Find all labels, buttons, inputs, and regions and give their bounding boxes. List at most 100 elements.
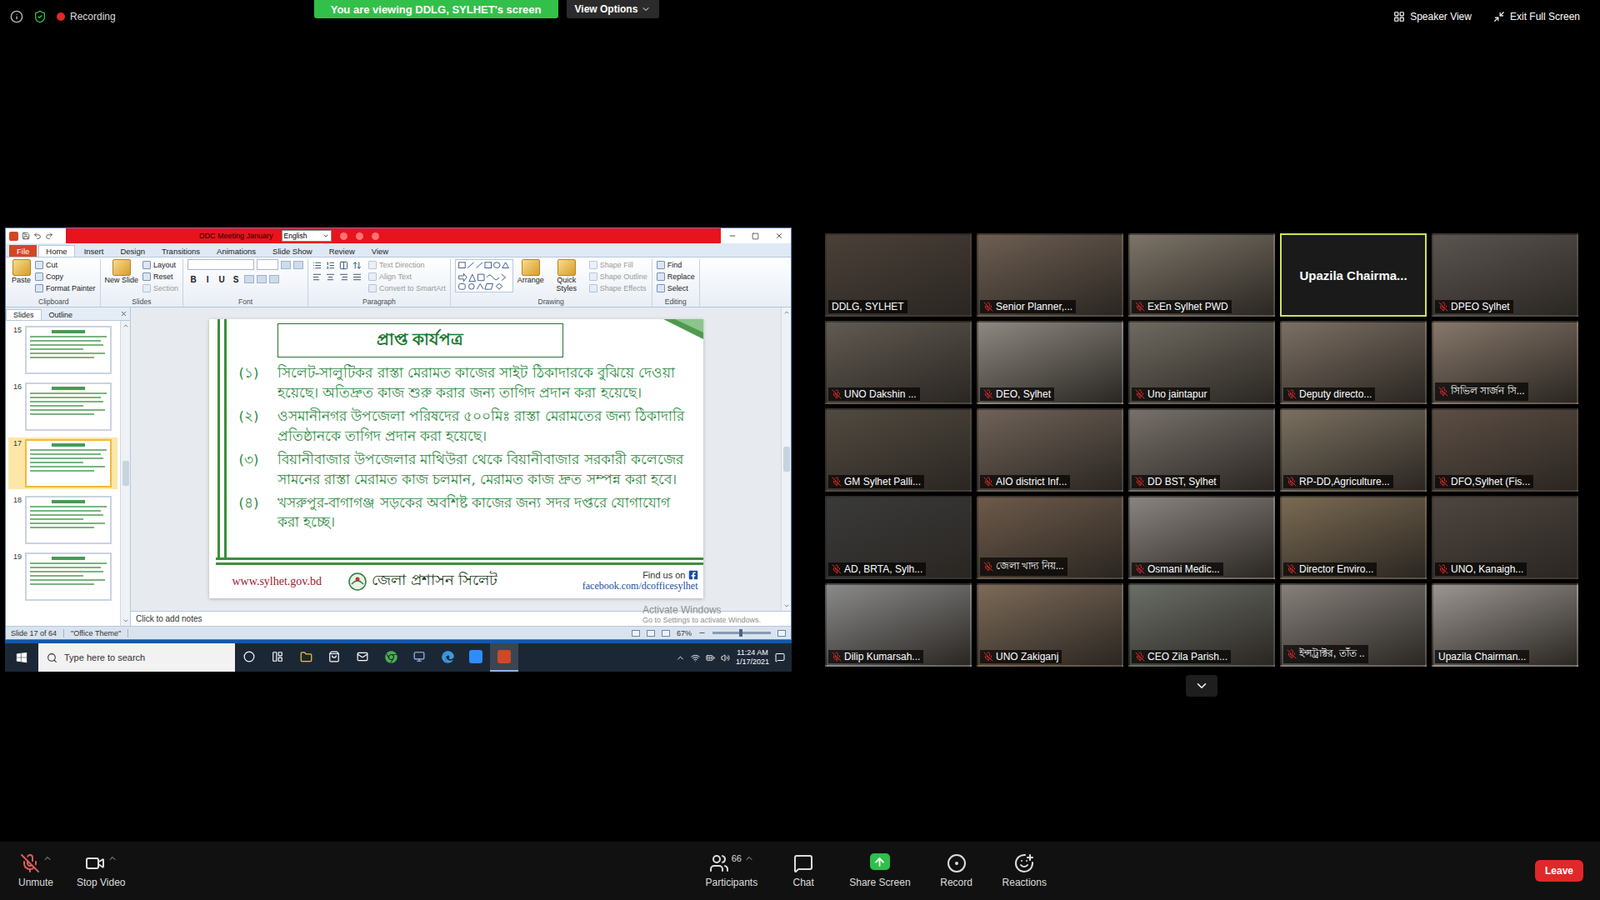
taskbar-item[interactable] xyxy=(490,643,519,672)
paragraph-format-icon[interactable] xyxy=(312,272,322,282)
tray-expand-icon[interactable] xyxy=(675,653,685,663)
ribbon-small-button[interactable]: Select xyxy=(656,282,695,294)
slide-thumbnail[interactable] xyxy=(25,552,112,601)
change-case-icon[interactable] xyxy=(256,275,267,284)
pane-tab[interactable]: Slides xyxy=(5,309,42,320)
participant-tile[interactable]: ইন্সট্রাক্টর, তাঁত .. xyxy=(1280,583,1427,667)
participant-tile[interactable]: Osmani Medic... xyxy=(1128,495,1275,580)
ribbon-small-button[interactable]: Shape Fill xyxy=(589,259,648,270)
slide[interactable]: প্রাপ্ত কার্যপত্র (১)সিলেট-সালুটিকর রাস্ত… xyxy=(209,319,704,599)
taskbar-item[interactable] xyxy=(376,643,405,672)
leave-button[interactable]: Leave xyxy=(1535,860,1584,882)
ribbon-small-button[interactable]: Format Painter xyxy=(35,282,96,294)
ribbon-tab[interactable]: Slide Show xyxy=(265,245,320,257)
taskbar-item[interactable] xyxy=(263,643,292,672)
scroll-down-icon[interactable] xyxy=(783,602,790,610)
slide-list-item[interactable]: (২)ওসমানীনগর উপজেলা পরিষদের ৫০০মিঃ রাস্ত… xyxy=(239,406,692,447)
zoom-knob[interactable] xyxy=(739,629,743,637)
paragraph-format-icon[interactable] xyxy=(325,272,335,282)
font-toggle[interactable]: S xyxy=(230,273,242,285)
slide-thumbnail[interactable] xyxy=(25,325,112,375)
font-toggle[interactable]: I xyxy=(201,273,214,285)
thumbnail-row[interactable]: 16 xyxy=(8,380,118,433)
ribbon-large-button[interactable]: Paste xyxy=(11,259,31,285)
toolbar-button[interactable]: Stop Video xyxy=(76,853,126,889)
font-size-field[interactable] xyxy=(256,259,279,270)
participant-tile[interactable]: AIO district Inf... xyxy=(976,408,1124,492)
toolbar-dot-icon[interactable] xyxy=(340,232,348,240)
participant-tile[interactable]: Director Enviro... xyxy=(1280,495,1427,580)
thumbnail-row[interactable]: 17 xyxy=(8,437,118,490)
participant-tile[interactable]: UNO Dakshin ... xyxy=(825,320,972,405)
toolbar-dot-icon[interactable] xyxy=(371,232,380,240)
paragraph-format-icon[interactable] xyxy=(339,272,349,282)
reading-view-icon[interactable] xyxy=(661,630,670,637)
ribbon-small-button[interactable]: Align Text xyxy=(368,270,446,282)
ribbon-small-button[interactable]: Cut xyxy=(35,259,96,270)
grow-font-icon[interactable] xyxy=(280,260,291,270)
ribbon-tab[interactable]: Design xyxy=(112,245,153,257)
close-icon[interactable] xyxy=(775,231,784,240)
slide-title[interactable]: প্রাপ্ত কার্যপত্র xyxy=(277,323,564,358)
slide-list-item[interactable]: (৪)খসরুপুর-বাগাগঞ্জ সড়কের অবশিষ্ট কাজের… xyxy=(239,493,692,534)
save-icon[interactable] xyxy=(21,231,30,240)
slide-list-item[interactable]: (১)সিলেট-সালুটিকর রাস্তা মেরামত কাজের সা… xyxy=(239,363,692,404)
taskbar-search[interactable]: Type here to search xyxy=(38,643,235,672)
zoom-slider[interactable] xyxy=(712,631,771,635)
caret-up-icon[interactable] xyxy=(744,853,755,864)
participant-tile[interactable]: DPEO Sylhet xyxy=(1431,233,1579,317)
ribbon-tab[interactable]: Transitions xyxy=(154,245,208,257)
toolbar-button[interactable]: Unmute xyxy=(15,853,57,889)
scroll-up-icon[interactable] xyxy=(122,322,130,330)
ribbon-tab[interactable]: Animations xyxy=(209,245,264,257)
shield-check-icon[interactable] xyxy=(33,10,47,24)
language-select[interactable]: English xyxy=(281,230,332,242)
toolbar-button[interactable]: Record xyxy=(935,853,978,889)
taskbar-item[interactable] xyxy=(291,643,320,672)
paragraph-format-icon[interactable] xyxy=(352,272,362,282)
start-button[interactable] xyxy=(5,643,39,672)
paragraph-format-icon[interactable] xyxy=(352,260,362,270)
toolbar-button[interactable]: Share Screen xyxy=(849,853,910,889)
participant-tile[interactable]: সিভিল সার্জন সি... xyxy=(1431,320,1579,405)
toolbar-button[interactable]: Chat xyxy=(782,853,825,889)
zoom-out-icon[interactable] xyxy=(698,629,706,637)
thumbnail-row[interactable]: 15 xyxy=(8,324,118,376)
font-toggle[interactable]: U xyxy=(215,273,228,285)
participant-tile[interactable]: Uno jaintapur xyxy=(1128,320,1275,405)
redo-icon[interactable] xyxy=(45,231,54,240)
scroll-down-icon[interactable] xyxy=(122,617,130,625)
paragraph-format-icon[interactable] xyxy=(325,260,335,270)
shapes-gallery[interactable] xyxy=(455,259,514,293)
participant-tile[interactable]: DDLG, SYLHET xyxy=(825,233,972,317)
thumbnail-row[interactable]: 19 xyxy=(8,550,118,603)
ribbon-tab[interactable]: Home xyxy=(38,245,75,257)
participant-tile[interactable]: Upazila Chairma... xyxy=(1280,233,1427,317)
slide-thumbnail[interactable] xyxy=(25,495,112,545)
taskbar-item[interactable] xyxy=(348,643,377,672)
scroll-thumb[interactable] xyxy=(783,446,790,472)
participant-tile[interactable]: UNO Zakiganj xyxy=(976,583,1124,667)
shrink-font-icon[interactable] xyxy=(293,260,304,270)
slide-thumbnail[interactable] xyxy=(25,439,112,488)
ribbon-small-button[interactable]: Replace xyxy=(656,270,695,282)
toolbar-button[interactable]: 66Participants xyxy=(705,853,759,889)
taskbar-item[interactable] xyxy=(405,643,434,672)
pane-tab[interactable]: Outline xyxy=(41,309,81,320)
taskbar-item[interactable] xyxy=(461,643,490,672)
battery-icon[interactable] xyxy=(705,653,715,663)
participant-tile[interactable]: DFO,Sylhet (Fis... xyxy=(1431,408,1579,492)
pane-scrollbar[interactable] xyxy=(120,320,130,626)
sorter-view-icon[interactable] xyxy=(646,630,655,637)
ribbon-tab[interactable]: File xyxy=(9,245,37,257)
caret-up-icon[interactable] xyxy=(107,853,118,864)
more-participants-button[interactable] xyxy=(1185,675,1218,697)
slide-scrollbar[interactable] xyxy=(780,307,791,611)
network-icon[interactable] xyxy=(690,653,700,663)
participant-tile[interactable]: Upazila Chairman... xyxy=(1431,583,1579,667)
font-name-field[interactable] xyxy=(187,259,255,270)
taskbar-item[interactable] xyxy=(235,643,264,672)
ribbon-small-button[interactable]: Copy xyxy=(35,270,96,282)
slide-list-item[interactable]: (৩)বিয়ানীবাজার উপজেলার মাথিউরা থেকে বিয… xyxy=(239,450,692,490)
slide-thumbnail[interactable] xyxy=(25,382,112,431)
